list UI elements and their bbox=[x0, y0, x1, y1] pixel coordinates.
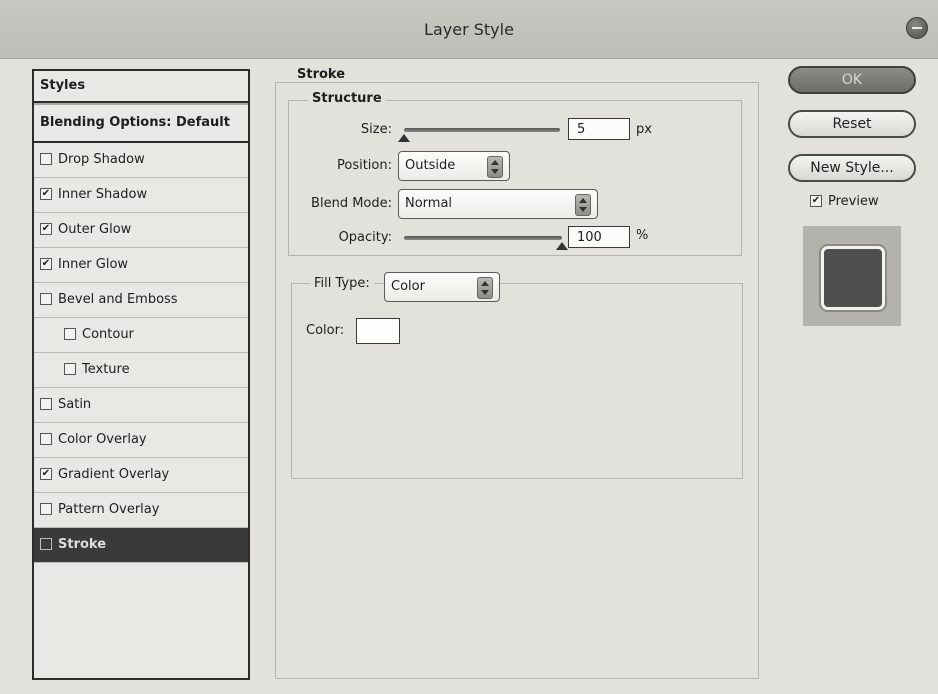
style-checkbox[interactable] bbox=[40, 432, 52, 445]
chevron-updown-icon bbox=[575, 194, 591, 216]
style-item-color-overlay[interactable]: Color Overlay bbox=[34, 423, 248, 458]
preview-checkbox[interactable]: ✔ bbox=[810, 194, 822, 207]
style-item-label: Bevel and Emboss bbox=[58, 292, 178, 307]
fill-type-label: Fill Type: bbox=[310, 276, 374, 291]
fill-type-select[interactable]: Color bbox=[384, 272, 500, 302]
style-checkbox[interactable] bbox=[64, 327, 76, 340]
style-checkbox[interactable] bbox=[40, 152, 52, 165]
style-item-label: Texture bbox=[82, 362, 130, 377]
style-item-label: Contour bbox=[82, 327, 134, 342]
close-icon[interactable] bbox=[906, 17, 928, 39]
style-checkbox[interactable]: ✔ bbox=[40, 222, 52, 235]
chevron-updown-icon bbox=[477, 277, 493, 299]
style-item-label: Outer Glow bbox=[58, 222, 132, 237]
style-item-label: Satin bbox=[58, 397, 92, 412]
layer-style-dialog: Layer Style Styles Blending Options: Def… bbox=[0, 0, 938, 694]
style-item-inner-glow[interactable]: ✔ Inner Glow bbox=[34, 248, 248, 283]
blend-mode-label: Blend Mode: bbox=[311, 196, 392, 211]
size-input[interactable]: 5 bbox=[568, 118, 630, 140]
size-slider-handle[interactable] bbox=[398, 134, 410, 142]
style-checkbox[interactable]: ✔ bbox=[40, 257, 52, 270]
blending-options-item[interactable]: Blending Options: Default bbox=[34, 103, 248, 143]
stroke-color-swatch[interactable] bbox=[356, 318, 400, 344]
style-checkbox[interactable] bbox=[64, 362, 76, 375]
preview-swatch bbox=[821, 246, 885, 310]
size-slider[interactable] bbox=[404, 128, 560, 132]
color-label: Color: bbox=[306, 323, 345, 338]
style-item-texture[interactable]: Texture bbox=[34, 353, 248, 388]
dialog-title: Layer Style bbox=[424, 20, 514, 39]
stroke-group-title: Stroke bbox=[293, 67, 350, 82]
style-checkbox[interactable] bbox=[40, 292, 52, 305]
style-item-gradient-overlay[interactable]: ✔ Gradient Overlay bbox=[34, 458, 248, 493]
opacity-label: Opacity: bbox=[338, 230, 392, 245]
ok-button[interactable]: OK bbox=[788, 66, 916, 94]
style-item-outer-glow[interactable]: ✔ Outer Glow bbox=[34, 213, 248, 248]
style-item-stroke[interactable]: Stroke bbox=[34, 528, 248, 563]
opacity-slider[interactable] bbox=[404, 236, 562, 240]
fill-type-value: Color bbox=[391, 279, 425, 294]
style-item-label: Stroke bbox=[58, 537, 107, 552]
style-item-label: Pattern Overlay bbox=[58, 502, 160, 517]
fill-group bbox=[291, 283, 743, 479]
opacity-slider-handle[interactable] bbox=[556, 242, 568, 250]
title-bar: Layer Style bbox=[0, 0, 938, 59]
position-select[interactable]: Outside bbox=[398, 151, 510, 181]
structure-title: Structure bbox=[308, 91, 386, 106]
styles-panel: Styles Blending Options: Default Drop Sh… bbox=[32, 69, 250, 680]
style-preview-thumbnail bbox=[803, 226, 901, 326]
style-checkbox[interactable] bbox=[40, 397, 52, 410]
blend-mode-value: Normal bbox=[405, 196, 453, 211]
style-checkbox[interactable]: ✔ bbox=[40, 187, 52, 200]
opacity-input[interactable]: 100 bbox=[568, 226, 630, 248]
position-value: Outside bbox=[405, 158, 456, 173]
size-unit: px bbox=[636, 122, 652, 137]
chevron-updown-icon bbox=[487, 156, 503, 178]
style-item-label: Drop Shadow bbox=[58, 152, 145, 167]
style-item-pattern-overlay[interactable]: Pattern Overlay bbox=[34, 493, 248, 528]
style-item-label: Gradient Overlay bbox=[58, 467, 170, 482]
style-checkbox[interactable]: ✔ bbox=[40, 467, 52, 480]
position-label: Position: bbox=[337, 158, 392, 173]
style-checkbox[interactable] bbox=[40, 502, 52, 515]
style-item-label: Color Overlay bbox=[58, 432, 147, 447]
preview-toggle[interactable]: ✔ Preview bbox=[810, 194, 879, 209]
style-item-drop-shadow[interactable]: Drop Shadow bbox=[34, 143, 248, 178]
style-list: Drop Shadow ✔ Inner Shadow ✔ Outer Glow ✔ Inne… bbox=[34, 143, 248, 563]
preview-label: Preview bbox=[828, 194, 879, 209]
style-item-label: Inner Shadow bbox=[58, 187, 148, 202]
styles-header[interactable]: Styles bbox=[34, 71, 248, 103]
style-checkbox[interactable] bbox=[40, 537, 52, 550]
reset-button[interactable]: Reset bbox=[788, 110, 916, 138]
opacity-unit: % bbox=[636, 228, 649, 243]
style-item-label: Inner Glow bbox=[58, 257, 129, 272]
style-item-bevel-and-emboss[interactable]: Bevel and Emboss bbox=[34, 283, 248, 318]
new-style-button[interactable]: New Style... bbox=[788, 154, 916, 182]
blend-mode-select[interactable]: Normal bbox=[398, 189, 598, 219]
size-label: Size: bbox=[360, 122, 392, 137]
style-item-inner-shadow[interactable]: ✔ Inner Shadow bbox=[34, 178, 248, 213]
style-item-satin[interactable]: Satin bbox=[34, 388, 248, 423]
style-item-contour[interactable]: Contour bbox=[34, 318, 248, 353]
